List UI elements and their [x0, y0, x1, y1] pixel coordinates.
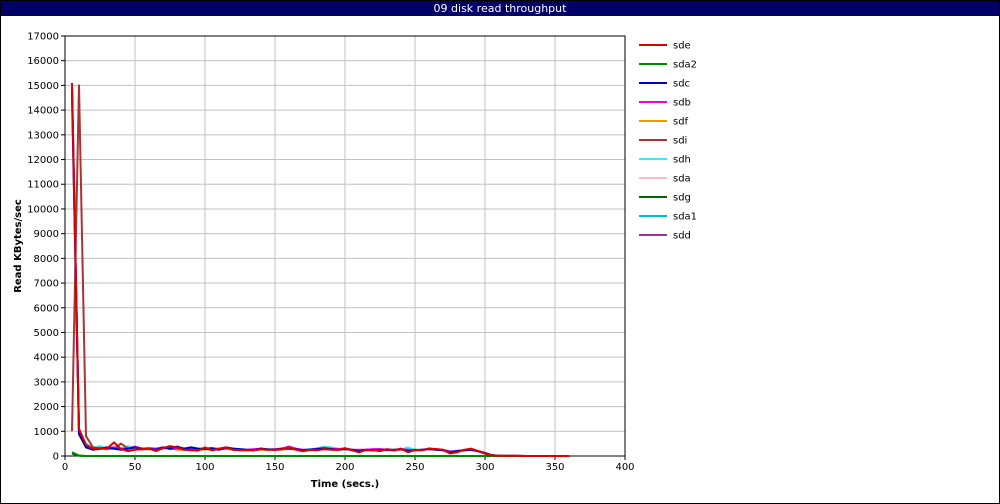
y-tick-label: 12000 — [27, 155, 59, 166]
y-tick-label: 16000 — [27, 56, 59, 67]
y-tick-label: 4000 — [34, 353, 59, 364]
y-tick-label: 1000 — [34, 427, 59, 438]
legend-item-sdf: sdf — [639, 117, 689, 128]
series-line-sda — [71, 97, 569, 457]
y-axis: 0 1000 2000 3000 4000 5000 6000 7000 8000 9000 100… — [27, 32, 65, 463]
y-tick-label: 11000 — [27, 180, 59, 191]
x-tick-label: 100 — [195, 462, 214, 473]
x-tick-label: 350 — [545, 462, 564, 473]
legend-label: sdi — [673, 136, 687, 147]
y-tick-label: 15000 — [27, 81, 59, 92]
y-tick-label: 6000 — [34, 303, 59, 314]
y-tick-label: 2000 — [34, 402, 59, 413]
grid — [64, 35, 626, 457]
y-tick-label: 8000 — [34, 254, 59, 265]
legend-label: sdb — [673, 98, 691, 109]
y-tick-label: 0 — [53, 452, 59, 463]
chart-window: 09 disk read throughput 0 1000 2000 3000 400… — [0, 0, 1000, 504]
x-axis: 0 50 100 150 200 250 300 350 400 — [62, 456, 635, 473]
x-tick-label: 150 — [265, 462, 284, 473]
x-axis-label: Time (secs.) — [311, 479, 380, 490]
series-line-sdd — [71, 90, 569, 457]
series-line-sde — [71, 82, 569, 457]
legend-item-sdc: sdc — [639, 79, 690, 90]
legend: sde sda2 sdc sdb sdf sdi sdh sda sdg sda1 sdd — [639, 41, 697, 242]
legend-item-sdi: sdi — [639, 136, 687, 147]
legend-label: sdh — [673, 155, 691, 166]
legend-item-sda1: sda1 — [639, 212, 697, 223]
y-tick-label: 3000 — [34, 377, 59, 388]
y-tick-label: 17000 — [27, 32, 59, 43]
x-tick-label: 50 — [129, 462, 142, 473]
y-tick-label: 10000 — [27, 204, 59, 215]
legend-label: sda — [673, 174, 691, 185]
series — [71, 82, 569, 457]
series-line-sdh — [71, 95, 569, 457]
series-line-sdi — [71, 84, 569, 457]
series-line-sdb — [71, 87, 569, 457]
x-tick-label: 400 — [615, 462, 634, 473]
legend-item-sdd: sdd — [639, 231, 691, 242]
legend-item-sda2: sda2 — [639, 60, 697, 71]
series-line-sda1 — [71, 97, 569, 457]
y-tick-label: 5000 — [34, 328, 59, 339]
legend-item-sdh: sdh — [639, 155, 691, 166]
legend-label: sda1 — [673, 212, 697, 223]
legend-item-sdb: sdb — [639, 98, 691, 109]
y-tick-label: 7000 — [34, 279, 59, 290]
x-tick-label: 0 — [62, 462, 68, 473]
legend-label: sdc — [673, 79, 690, 90]
legend-label: sde — [673, 41, 691, 52]
legend-item-sdg: sdg — [639, 193, 691, 204]
legend-label: sdd — [673, 231, 691, 242]
series-line-sdf — [71, 92, 569, 457]
x-tick-label: 300 — [475, 462, 494, 473]
series-line-sdc — [71, 90, 569, 457]
legend-label: sda2 — [673, 60, 697, 71]
y-tick-label: 14000 — [27, 106, 59, 117]
legend-label: sdg — [673, 193, 691, 204]
legend-item-sda: sda — [639, 174, 691, 185]
x-tick-label: 250 — [405, 462, 424, 473]
legend-label: sdf — [673, 117, 689, 128]
y-axis-label: Read KBytes/sec — [13, 199, 24, 293]
x-tick-label: 200 — [335, 462, 354, 473]
legend-item-sde: sde — [639, 41, 691, 52]
y-tick-label: 9000 — [34, 229, 59, 240]
chart-canvas: 0100020003000400050006000700080009000100… — [13, 32, 697, 491]
y-tick-label: 13000 — [27, 130, 59, 141]
